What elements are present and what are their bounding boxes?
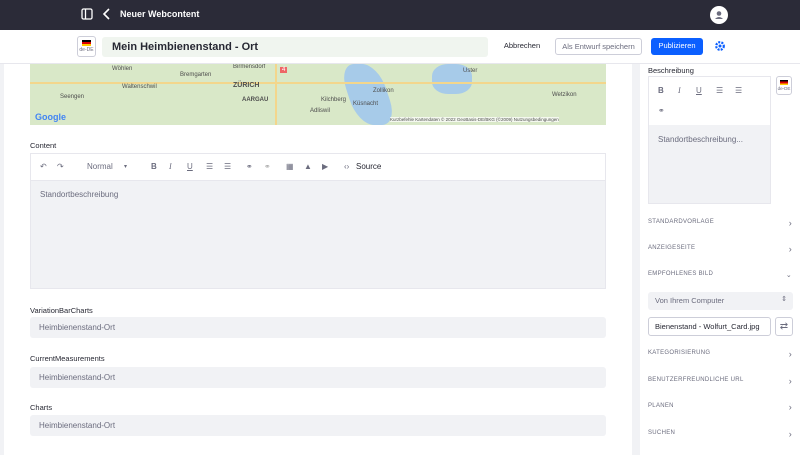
section-label: SUCHEN (648, 430, 676, 436)
map-place-label: AARGAU (242, 97, 269, 103)
link-icon[interactable]: ⚭ (658, 106, 665, 115)
chevron-down-icon[interactable]: ▾ (124, 162, 127, 172)
description-text-area[interactable]: Standortbeschreibung... (649, 125, 770, 203)
video-icon[interactable]: ▶ (322, 162, 328, 172)
section-label: EMPFOHLENES BILD (648, 271, 714, 277)
select-value: Von Ihrem Computer (655, 296, 725, 305)
section-label: ANZEIGESEITE (648, 245, 696, 251)
table-icon[interactable]: ▦ (286, 162, 294, 172)
select-arrows-icon: ⇕ (781, 296, 787, 303)
road-line (275, 64, 277, 125)
map-place-label: Wöhlen (112, 66, 133, 72)
user-icon (715, 11, 723, 19)
format-select[interactable]: Normal (87, 162, 113, 172)
map-view[interactable]: Wöhlen Waltenschwil Seengen Birmensdorf … (30, 64, 606, 125)
google-logo: Google (35, 112, 66, 122)
map-place-label: Wetzikon (552, 92, 577, 98)
editor-placeholder: Standortbeschreibung (40, 190, 119, 199)
charts-field[interactable]: Heimbienenstand-Ort (30, 415, 606, 436)
link-icon[interactable]: ⚭ (246, 162, 253, 172)
section-label: STANDARDVORLAGE (648, 219, 715, 225)
section-benutzerfreundliche-url[interactable]: BENUTZERFREUNDLICHE URL › (648, 377, 794, 389)
flag-icon (780, 80, 788, 85)
road-line (30, 82, 606, 84)
unordered-list-icon[interactable]: ☰ (224, 162, 231, 172)
underline-icon[interactable]: U (696, 86, 702, 95)
section-suchen[interactable]: SUCHEN › (648, 430, 794, 442)
title-input[interactable]: Mein Heimbienenstand - Ort (102, 37, 488, 57)
map-place-label: Seengen (60, 94, 85, 100)
chevron-right-icon: › (788, 218, 792, 228)
chevron-right-icon: › (788, 349, 792, 359)
italic-icon[interactable]: I (169, 162, 172, 172)
map-attribution[interactable]: Kurzbefehle Kartendaten © 2022 GeoBasis-… (390, 117, 559, 122)
map-place-label: ZÜRICH (233, 82, 260, 89)
underline-icon[interactable]: U (187, 162, 193, 172)
map-place-label: Kilchberg (321, 97, 347, 103)
section-label: PLANEN (648, 403, 674, 409)
italic-icon[interactable]: I (678, 86, 681, 95)
field-label: CurrentMeasurements (30, 354, 105, 363)
section-anzeigeseite[interactable]: ANZEIGESEITE › (648, 245, 794, 257)
map-place-label: Zollikon (373, 88, 394, 94)
sidebar-toggle-icon[interactable] (80, 8, 94, 22)
source-button[interactable]: Source (356, 162, 381, 172)
description-editor: B I U ☰ ☰ ⚭ Standortbeschreibung... (648, 76, 771, 204)
map-place-label: Bremgarten (180, 72, 212, 78)
description-placeholder: Standortbeschreibung... (658, 135, 743, 144)
chevron-down-icon: ⌄ (785, 272, 792, 279)
locale-selector[interactable]: de-DE (77, 36, 96, 57)
field-label: Charts (30, 403, 53, 412)
locale-label: de-DE (777, 86, 791, 91)
section-empfohlenes-bild[interactable]: EMPFOHLENES BILD ⌄ (648, 271, 794, 283)
publish-button[interactable]: Publizieren (651, 38, 703, 55)
settings-gear-icon[interactable] (713, 40, 727, 54)
image-icon[interactable]: ▲ (304, 162, 312, 172)
map-place-label: Adliswil (310, 108, 331, 114)
flag-icon (82, 40, 91, 46)
unordered-list-icon[interactable]: ☰ (735, 86, 742, 95)
chevron-right-icon: › (788, 429, 792, 439)
section-kategorisierung[interactable]: KATEGORISIERUNG › (648, 350, 794, 362)
road-number-label: 4 (280, 67, 288, 73)
lake-shape (338, 64, 398, 125)
editor-toolbar: ↶ ↷ Normal ▾ B I U ☰ ☰ ⚭ ⚭ ▦ ▲ ▶ ‹› Sour… (30, 153, 606, 180)
top-header: Neuer Webcontent (0, 0, 800, 30)
map-place-label: Waltenschwil (122, 84, 157, 90)
content-label: Content (30, 141, 57, 150)
map-place-label: Küsnacht (353, 101, 379, 107)
bold-icon[interactable]: B (151, 162, 157, 172)
description-locale-selector[interactable]: de-DE (776, 76, 792, 95)
back-arrow-icon[interactable] (100, 8, 114, 22)
section-label: BENUTZERFREUNDLICHE URL (648, 377, 744, 383)
replace-image-icon[interactable]: ⇄ (775, 317, 793, 336)
field-label: VariationBarCharts (30, 306, 93, 315)
page-title: Neuer Webcontent (120, 9, 200, 19)
ordered-list-icon[interactable]: ☰ (206, 162, 213, 172)
undo-icon[interactable]: ↶ (40, 162, 47, 172)
section-label: KATEGORISIERUNG (648, 350, 711, 356)
map-place-label: Birmensdorf (233, 64, 266, 70)
user-avatar[interactable] (710, 6, 728, 24)
redo-icon[interactable]: ↷ (57, 162, 64, 172)
cancel-button[interactable]: Abbrechen (498, 38, 546, 55)
bold-icon[interactable]: B (658, 86, 664, 95)
section-planen[interactable]: PLANEN › (648, 403, 794, 415)
chevron-right-icon: › (788, 376, 792, 386)
image-source-select[interactable]: Von Ihrem Computer ⇕ (648, 292, 793, 310)
description-label: Beschreibung (648, 66, 694, 75)
section-standardvorlage[interactable]: STANDARDVORLAGE › (648, 219, 794, 231)
content-editor[interactable]: Standortbeschreibung (30, 180, 606, 289)
locale-label: de-DE (79, 47, 94, 53)
unlink-icon[interactable]: ⚭ (264, 162, 271, 172)
variation-bar-charts-field[interactable]: Heimbienenstand-Ort (30, 317, 606, 338)
source-icon[interactable]: ‹› (344, 162, 349, 172)
current-measurements-field[interactable]: Heimbienenstand-Ort (30, 367, 606, 388)
chevron-right-icon: › (788, 244, 792, 254)
chevron-right-icon: › (788, 402, 792, 412)
ordered-list-icon[interactable]: ☰ (716, 86, 723, 95)
map-place-label: Uster (463, 68, 478, 74)
save-draft-button[interactable]: Als Entwurf speichern (555, 38, 642, 55)
image-file-field[interactable]: Bienenstand - Wolfurt_Card.jpg (648, 317, 771, 336)
